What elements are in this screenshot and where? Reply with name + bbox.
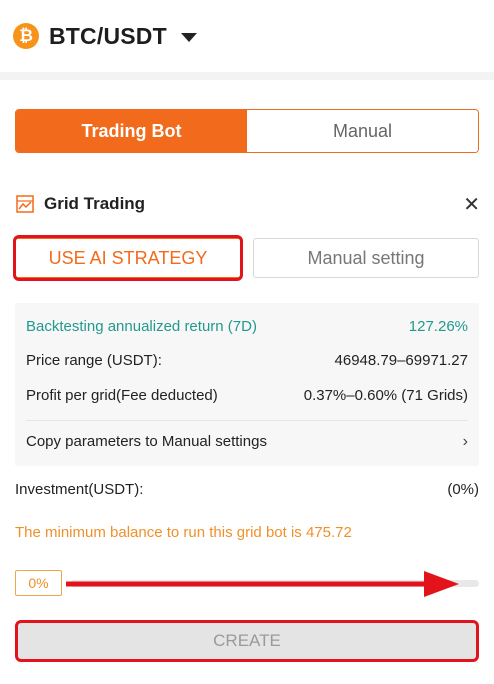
copy-parameters-label: Copy parameters to Manual settings (26, 433, 267, 450)
mode-tabs: Trading Bot Manual (15, 109, 479, 153)
minimum-balance-notice: The minimum balance to run this grid bot… (15, 524, 352, 541)
create-button[interactable]: CREATE (18, 623, 476, 659)
investment-slider[interactable]: 0% (15, 570, 479, 598)
profit-per-grid-label: Profit per grid(Fee deducted) (26, 387, 218, 404)
close-icon[interactable]: ✕ (463, 192, 480, 217)
tab-trading-bot[interactable]: Trading Bot (16, 110, 247, 152)
profit-per-grid-row: Profit per grid(Fee deducted) 0.37%–0.60… (26, 387, 468, 404)
chevron-right-icon: › (462, 433, 468, 450)
bitcoin-icon: ₿ (13, 23, 39, 49)
create-area: CREATE (15, 620, 479, 662)
tab-manual[interactable]: Manual (247, 110, 478, 152)
backtest-row: Backtesting annualized return (7D) 127.2… (26, 318, 468, 335)
price-range-row: Price range (USDT): 46948.79–69971.27 (26, 352, 468, 369)
caret-down-icon[interactable] (180, 32, 197, 42)
backtest-label: Backtesting annualized return (7D) (26, 318, 257, 335)
investment-label: Investment(USDT): (15, 481, 144, 498)
header-divider (0, 72, 494, 80)
strategy-info-panel: Backtesting annualized return (7D) 127.2… (15, 303, 479, 466)
slider-percent-input[interactable]: 0% (15, 570, 62, 596)
use-ai-strategy-button[interactable]: USE AI STRATEGY (15, 238, 241, 278)
price-range-label: Price range (USDT): (26, 352, 162, 369)
copy-parameters-link[interactable]: Copy parameters to Manual settings › (26, 433, 468, 451)
info-divider (26, 420, 468, 421)
annotation-arrow-icon (66, 571, 459, 597)
grid-chart-icon (16, 195, 34, 213)
grid-trading-header: Grid Trading ✕ (16, 190, 480, 218)
strategy-options: USE AI STRATEGY Manual setting (13, 235, 479, 281)
investment-row: Investment(USDT): (0%) (15, 481, 479, 498)
pair-header[interactable]: ₿ BTC/USDT (0, 0, 494, 72)
backtest-value: 127.26% (408, 318, 468, 335)
trading-pair-label[interactable]: BTC/USDT (49, 23, 167, 50)
manual-setting-button[interactable]: Manual setting (253, 238, 479, 278)
investment-percent: (0%) (447, 481, 479, 498)
section-title: Grid Trading (44, 194, 146, 213)
profit-per-grid-value: 0.37%–0.60% (71 Grids) (303, 387, 468, 404)
price-range-value: 46948.79–69971.27 (334, 352, 468, 369)
